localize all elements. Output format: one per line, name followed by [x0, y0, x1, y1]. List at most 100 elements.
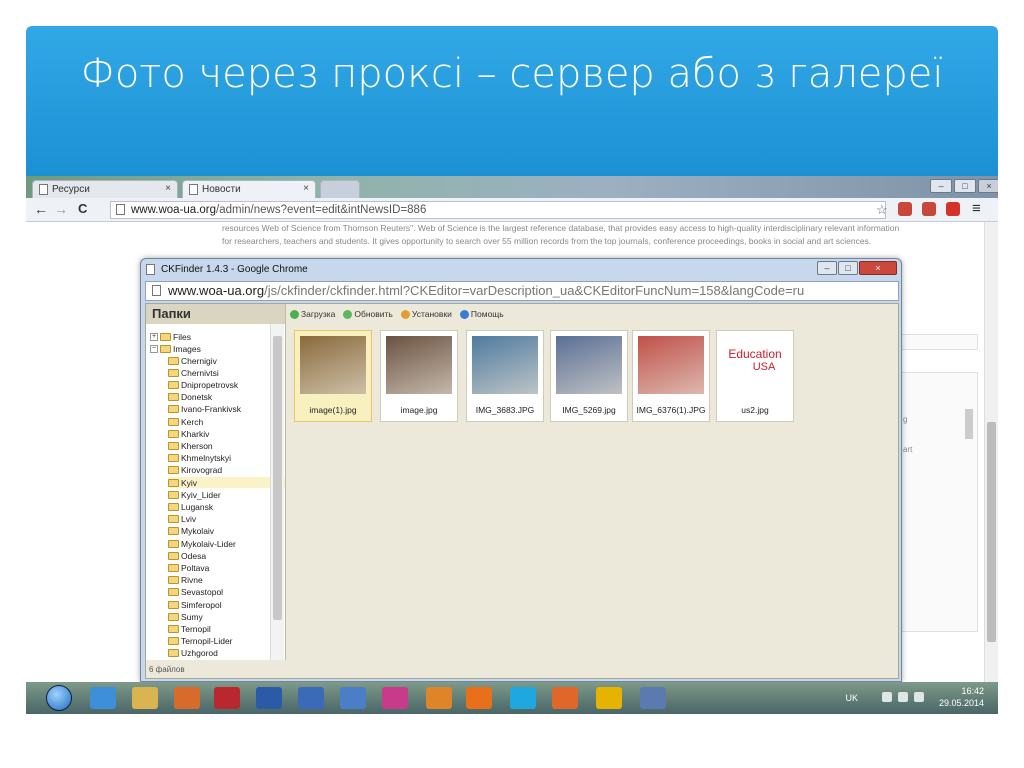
- folder-icon: [168, 624, 179, 633]
- folder-node[interactable]: Odesa: [168, 550, 206, 561]
- folder-node[interactable]: Mykolaiv: [168, 526, 214, 537]
- new-tab-button[interactable]: [320, 180, 360, 198]
- scroll-thumb[interactable]: [987, 422, 996, 642]
- extension-icon[interactable]: [898, 202, 912, 216]
- file-thumbnail[interactable]: IMG_6376(1).JPG: [632, 330, 710, 422]
- marc-icon[interactable]: [340, 687, 366, 709]
- folder-node[interactable]: Kyiv: [168, 477, 285, 488]
- tab-resources[interactable]: Ресурси ×: [32, 180, 178, 198]
- minimize-icon[interactable]: –: [930, 179, 952, 193]
- folder-node[interactable]: Ternopil-Lider: [168, 636, 233, 647]
- settings-button[interactable]: Установки: [400, 309, 452, 319]
- folder-node[interactable]: Kerch: [168, 416, 203, 427]
- refresh-button[interactable]: Обновить: [343, 309, 393, 319]
- file-thumbnail[interactable]: IMG_3683.JPG: [466, 330, 544, 422]
- outlook-icon[interactable]: [426, 687, 452, 709]
- word-icon[interactable]: [256, 687, 282, 709]
- explorer-icon[interactable]: [132, 687, 158, 709]
- folder-node[interactable]: Simferopol: [168, 599, 222, 610]
- maximize-icon[interactable]: □: [954, 179, 976, 193]
- folder-node[interactable]: Khmelnytskyi: [168, 453, 231, 464]
- file-thumbnail[interactable]: image.jpg: [380, 330, 458, 422]
- adblock-icon[interactable]: [946, 202, 960, 216]
- dialog-window-controls: – □ ×: [817, 261, 897, 275]
- logo-text: Education: [728, 347, 782, 361]
- network-icon[interactable]: [898, 692, 908, 702]
- folder-node[interactable]: Poltava: [168, 562, 209, 573]
- folder-node[interactable]: Lugansk: [168, 501, 213, 512]
- file-thumbnail[interactable]: image(1).jpg: [294, 330, 372, 422]
- folder-node[interactable]: Kyiv_Lider: [168, 489, 221, 500]
- reload-icon[interactable]: C: [78, 201, 87, 217]
- folder-label: Ivano-Frankivsk: [181, 404, 241, 415]
- folder-node[interactable]: Kherson: [168, 440, 213, 451]
- file-thumbnail[interactable]: Education USA us2.jpg: [716, 330, 794, 422]
- folder-icon: [168, 380, 179, 389]
- folder-node[interactable]: Ternopil: [168, 623, 211, 634]
- collapse-icon[interactable]: −: [150, 344, 158, 353]
- star-icon[interactable]: ☆: [876, 202, 888, 218]
- folder-icon: [168, 429, 179, 438]
- clock[interactable]: 16:42 29.05.2014: [939, 685, 984, 709]
- folder-node[interactable]: Sevastopol: [168, 587, 223, 598]
- photo-thumbnail-icon: [386, 336, 452, 394]
- app-icon[interactable]: [640, 687, 666, 709]
- language-indicator[interactable]: UK: [845, 693, 858, 703]
- folder-node[interactable]: Lviv: [168, 514, 196, 525]
- close-icon[interactable]: ×: [978, 179, 998, 193]
- tab-news[interactable]: Новости ×: [182, 180, 316, 198]
- burner-icon[interactable]: [466, 687, 492, 709]
- tree-scrollbar[interactable]: [270, 324, 284, 660]
- upload-button[interactable]: Загрузка: [290, 309, 335, 319]
- folder-node[interactable]: Ivano-Frankivsk: [168, 404, 241, 415]
- folder-node[interactable]: Rivne: [168, 575, 203, 586]
- folder-node[interactable]: Kirovograd: [168, 465, 222, 476]
- page-icon: [152, 285, 161, 296]
- start-button[interactable]: [46, 685, 72, 711]
- page-scrollbar[interactable]: [984, 222, 998, 682]
- flag-icon[interactable]: [882, 692, 892, 702]
- dialog-address-bar[interactable]: www.woa-ua.org/js/ckfinder/ckfinder.html…: [145, 281, 899, 301]
- folder-label: Poltava: [181, 562, 210, 573]
- folder-node[interactable]: − Images: [150, 343, 201, 354]
- expand-icon[interactable]: +: [150, 332, 158, 341]
- folder-label: Files: [173, 331, 191, 342]
- scroll-thumb[interactable]: [273, 336, 282, 620]
- folder-node[interactable]: Donetsk: [168, 392, 212, 403]
- folder-node[interactable]: Uzhgorod: [168, 648, 218, 659]
- ie-icon[interactable]: [90, 687, 116, 709]
- folder-icon: [168, 600, 179, 609]
- media-player-icon[interactable]: [174, 687, 200, 709]
- folder-node[interactable]: Dnipropetrovsk: [168, 379, 238, 390]
- chrome-icon[interactable]: [596, 687, 622, 709]
- file-thumbnail[interactable]: IMG_5269.jpg: [550, 330, 628, 422]
- back-icon[interactable]: ←: [34, 201, 48, 217]
- app-icon[interactable]: [382, 687, 408, 709]
- folder-node[interactable]: Kharkiv: [168, 428, 209, 439]
- folder-node[interactable]: + Files: [150, 331, 191, 342]
- toolbar-label: Загрузка: [301, 309, 336, 319]
- forward-icon[interactable]: →: [54, 201, 68, 217]
- help-button[interactable]: Помощь: [459, 309, 504, 319]
- photo-thumbnail-icon: [472, 336, 538, 394]
- skype-icon[interactable]: [510, 687, 536, 709]
- minimize-icon[interactable]: –: [817, 261, 837, 275]
- app-icon[interactable]: [214, 687, 240, 709]
- tab-close-icon[interactable]: ×: [303, 183, 309, 194]
- volume-icon[interactable]: [914, 692, 924, 702]
- folder-node[interactable]: Sumy: [168, 611, 203, 622]
- firefox-icon[interactable]: [552, 687, 578, 709]
- extension-icon[interactable]: [922, 202, 936, 216]
- remote-icon[interactable]: [298, 687, 324, 709]
- side-text: art: [903, 445, 913, 454]
- close-icon[interactable]: ×: [859, 261, 897, 275]
- folder-node[interactable]: Mykolaiv-Lider: [168, 538, 236, 549]
- panel-scrollbar[interactable]: [965, 409, 973, 439]
- folder-label: Kirovograd: [181, 465, 223, 476]
- maximize-icon[interactable]: □: [838, 261, 858, 275]
- menu-icon[interactable]: ≡: [972, 201, 981, 217]
- folder-node[interactable]: Chernigiv: [168, 355, 217, 366]
- tab-close-icon[interactable]: ×: [165, 183, 171, 194]
- address-bar[interactable]: www.woa-ua.org/admin/news?event=edit&int…: [110, 201, 886, 219]
- folder-node[interactable]: Chernivtsi: [168, 367, 219, 378]
